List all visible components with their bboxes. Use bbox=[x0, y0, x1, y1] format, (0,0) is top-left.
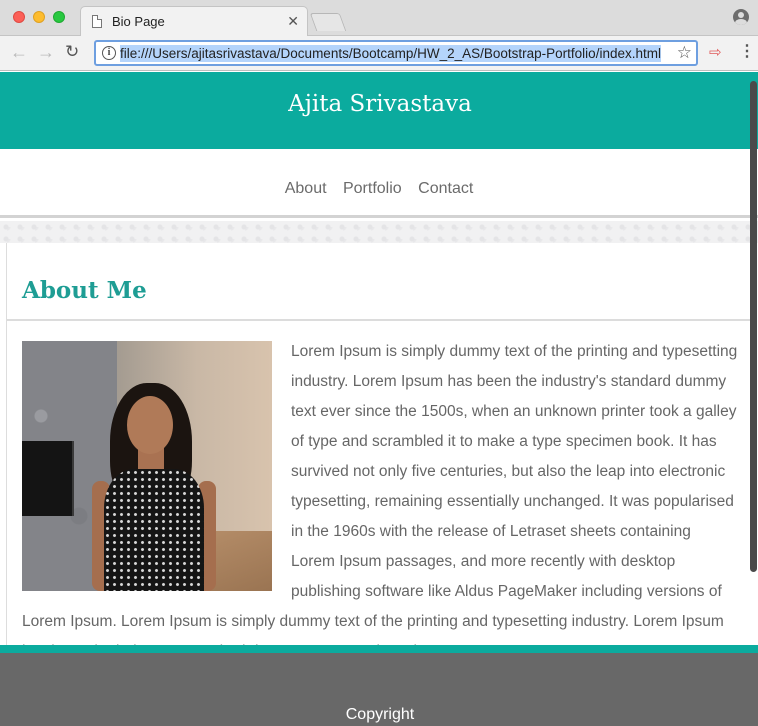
browser-tab[interactable]: Bio Page ✕ bbox=[80, 6, 308, 37]
nav-link-contact[interactable]: Contact bbox=[418, 180, 473, 198]
scrollbar-thumb[interactable] bbox=[750, 81, 757, 572]
address-bar[interactable]: i file:///Users/ajitasrivastava/Document… bbox=[94, 40, 698, 66]
document-icon bbox=[92, 15, 102, 28]
maximize-window-button[interactable] bbox=[53, 11, 65, 23]
star-icon[interactable]: ☆ bbox=[677, 43, 692, 63]
web-page: Ajita Srivastava About Portfolio Contact… bbox=[0, 72, 758, 726]
minimize-window-button[interactable] bbox=[33, 11, 45, 23]
tab-close-icon[interactable]: ✕ bbox=[287, 13, 299, 30]
footer-accent-band bbox=[0, 645, 758, 653]
site-header: Ajita Srivastava bbox=[0, 72, 758, 149]
browser-tabstrip: Bio Page ✕ bbox=[0, 0, 758, 37]
site-nav: About Portfolio Contact bbox=[0, 149, 758, 218]
photo-tv bbox=[22, 441, 74, 516]
reload-icon[interactable]: ↻ bbox=[65, 42, 79, 62]
site-footer: Copyright bbox=[0, 653, 758, 726]
about-heading: About Me bbox=[22, 277, 147, 304]
copyright-text: Copyright bbox=[345, 706, 415, 723]
info-icon[interactable]: i bbox=[102, 46, 116, 60]
divider bbox=[7, 319, 753, 321]
about-article: Lorem Ipsum is simply dummy text of the … bbox=[22, 337, 738, 667]
nav-links: About Portfolio Contact bbox=[0, 180, 758, 198]
photo-dress bbox=[104, 469, 204, 591]
extension-icon[interactable]: ⇨ bbox=[709, 45, 722, 61]
kebab-menu-icon[interactable]: ⋮ bbox=[739, 43, 755, 61]
profile-icon[interactable] bbox=[733, 9, 749, 25]
back-arrow-icon[interactable]: ← bbox=[10, 42, 28, 62]
site-title: Ajita Srivastava bbox=[288, 91, 472, 117]
new-tab-button[interactable] bbox=[309, 13, 347, 31]
about-section: About Me Lorem Ipsum is simply dummy tex… bbox=[6, 243, 753, 660]
photo-face bbox=[127, 396, 173, 454]
forward-arrow-icon[interactable]: → bbox=[37, 42, 55, 62]
nav-link-portfolio[interactable]: Portfolio bbox=[343, 180, 402, 198]
profile-photo bbox=[22, 341, 272, 591]
background-pattern bbox=[0, 221, 758, 243]
close-window-button[interactable] bbox=[13, 11, 25, 23]
url-text[interactable]: file:///Users/ajitasrivastava/Documents/… bbox=[120, 45, 661, 62]
tab-title: Bio Page bbox=[112, 14, 165, 29]
browser-toolbar: ← → ↻ i file:///Users/ajitasrivastava/Do… bbox=[0, 36, 758, 71]
nav-link-about[interactable]: About bbox=[285, 180, 327, 198]
